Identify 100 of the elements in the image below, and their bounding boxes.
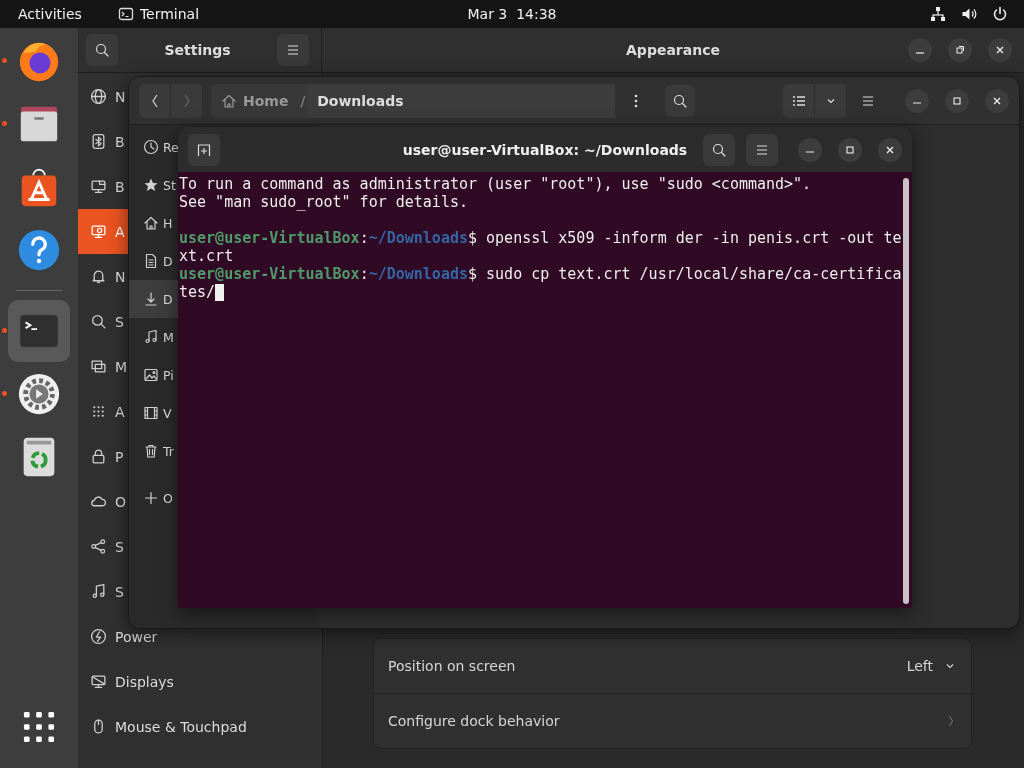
sidebar-item[interactable]: A <box>78 389 129 434</box>
window-title: user@user-VirtualBox: ~/Downloads <box>401 141 689 158</box>
search-icon <box>90 313 107 330</box>
path-separator: / <box>299 92 307 109</box>
sidebar-item[interactable]: Displays <box>78 659 178 704</box>
search-button[interactable] <box>665 84 695 117</box>
sidebar-item[interactable]: S <box>78 299 128 344</box>
music-note-icon <box>143 329 159 345</box>
sidebar-item[interactable]: S <box>78 524 128 569</box>
sidebar-item[interactable]: B <box>78 119 129 164</box>
grid-icon <box>90 403 107 420</box>
monitor-icon <box>90 223 107 240</box>
minimize-button[interactable] <box>798 137 822 162</box>
sidebar-item[interactable]: S <box>78 569 128 614</box>
home-crumb[interactable]: Home <box>211 83 299 118</box>
sidebar-item[interactable]: V <box>129 394 178 432</box>
app-menu[interactable]: Terminal <box>139 6 200 22</box>
terminal-line: xt.crt <box>179 247 234 265</box>
sidebar-item[interactable]: M <box>129 318 178 356</box>
sidebar-item[interactable]: M <box>78 344 132 389</box>
sidebar-item[interactable]: Pi <box>129 356 178 394</box>
terminal-line: user@user-VirtualBox:~/Downloads$ openssl x509 -inform der -in penis.crt -out te <box>179 229 902 247</box>
sidebar-item[interactable]: Tr <box>129 432 178 470</box>
share-icon <box>90 538 107 555</box>
close-button[interactable] <box>985 88 1009 113</box>
globe-icon <box>90 88 107 105</box>
clock[interactable]: Mar 3 14:38 <box>452 6 572 22</box>
terminal-line: To run a command as administrator (user "root"), use "sudo <command>". <box>179 175 812 193</box>
monitor-icon <box>90 673 107 690</box>
terminal-line: See "man sudo_root" for details. <box>179 193 468 211</box>
app-grid-icon[interactable] <box>23 711 55 743</box>
volume-icon[interactable] <box>961 6 977 22</box>
sidebar-item[interactable]: Power <box>78 614 162 659</box>
plus-icon <box>143 490 159 506</box>
maximize-button[interactable] <box>945 88 969 113</box>
sidebar-item[interactable]: Mouse & Touchpad <box>78 704 251 749</box>
restore-button[interactable] <box>948 38 972 62</box>
close-button[interactable] <box>988 38 1012 62</box>
sidebar-item[interactable]: B <box>78 164 129 209</box>
close-icon <box>885 144 895 155</box>
sidebar-item[interactable]: H <box>129 204 178 242</box>
sidebar-item[interactable]: O <box>129 479 178 517</box>
search-button[interactable] <box>703 133 735 166</box>
maximize-icon <box>845 144 855 155</box>
minimize-button[interactable] <box>905 88 929 113</box>
music-note-icon <box>90 583 107 600</box>
network-icon[interactable] <box>930 6 946 22</box>
sidebar-item[interactable]: St <box>129 166 178 204</box>
power-icon[interactable] <box>992 6 1008 22</box>
sidebar-item[interactable]: O <box>78 479 131 524</box>
scrollbar[interactable] <box>903 178 909 604</box>
minimize-icon <box>913 102 921 104</box>
menu-button[interactable] <box>277 34 309 66</box>
maximize-button[interactable] <box>838 137 862 162</box>
search-icon <box>94 42 110 58</box>
more-icon <box>634 93 638 108</box>
close-icon <box>995 45 1005 55</box>
download-icon <box>143 291 159 307</box>
settings-row[interactable]: Configure dock behavior <box>374 693 971 748</box>
new-tab-icon <box>196 141 212 158</box>
caret-icon <box>945 661 955 671</box>
maximize-icon <box>952 95 962 106</box>
settings-row[interactable]: Position on screen Left <box>374 639 971 693</box>
minimize-button[interactable] <box>908 38 932 62</box>
close-button[interactable] <box>878 137 902 162</box>
new-tab-button[interactable] <box>188 133 220 166</box>
minimize-icon <box>916 51 924 54</box>
sidebar-item[interactable]: Re <box>129 128 180 166</box>
bell-icon <box>90 268 107 285</box>
power-icon <box>90 628 107 645</box>
sidebar-item[interactable]: P <box>78 434 128 479</box>
windows-icon <box>90 358 107 375</box>
search-button[interactable] <box>86 34 118 66</box>
picture-icon <box>143 367 159 383</box>
close-icon <box>992 95 1002 106</box>
menu-icon <box>285 42 301 58</box>
terminal-icon <box>117 6 134 22</box>
bluetooth-icon <box>90 133 107 150</box>
menu-button[interactable] <box>746 133 778 166</box>
sidebar-item[interactable]: N <box>78 254 130 299</box>
sidebar-item[interactable]: D <box>129 242 178 280</box>
sidebar-item[interactable]: D <box>129 280 178 318</box>
window-title: Settings <box>164 42 231 58</box>
search-icon <box>672 92 688 109</box>
minimize-icon <box>806 151 814 153</box>
sidebar-item[interactable]: A <box>78 209 129 254</box>
terminal-line: tes/ <box>179 283 225 301</box>
gear-icon <box>16 371 62 417</box>
downloads-crumb[interactable]: Downloads <box>307 83 615 118</box>
sidebar-item[interactable]: N <box>78 74 130 119</box>
star-icon <box>143 177 159 193</box>
search-icon <box>711 141 727 158</box>
activities-button[interactable]: Activities <box>18 6 82 22</box>
home-icon <box>143 215 159 231</box>
page-title: Appearance <box>625 42 721 58</box>
help-icon <box>16 227 62 273</box>
home-icon <box>221 92 237 109</box>
clock-icon <box>143 139 159 155</box>
terminal-line: user@user-VirtualBox:~/Downloads$ sudo cp text.crt /usr/local/share/ca-certifica <box>179 265 902 283</box>
monitor-icon <box>90 178 107 195</box>
